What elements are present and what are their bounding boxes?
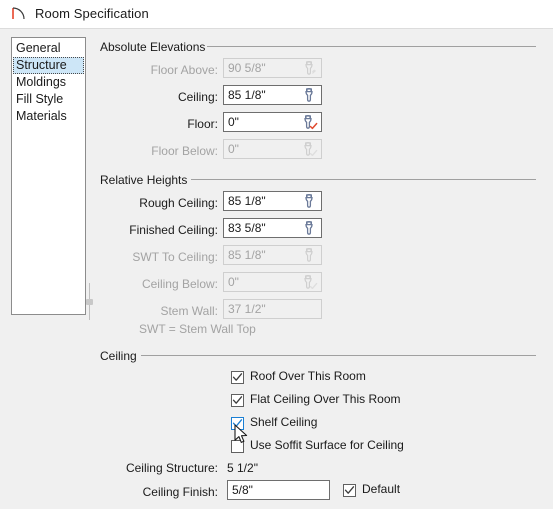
wrench-icon[interactable] xyxy=(301,193,318,209)
wrench-check-icon[interactable] xyxy=(301,114,318,130)
checkbox-label-roof-over-this-room: Roof Over This Room xyxy=(250,369,366,383)
checkbox-default[interactable] xyxy=(343,484,356,497)
wrench-icon xyxy=(305,60,316,75)
panel-splitter[interactable] xyxy=(86,283,93,320)
label-rough-ceiling: Rough Ceiling: xyxy=(139,196,218,210)
checkmark-icon xyxy=(232,373,243,381)
window-title: Room Specification xyxy=(35,6,149,21)
title-bar: Room Specification xyxy=(0,0,553,29)
label-floor-above: Floor Above: xyxy=(150,63,218,77)
label-floor: Floor: xyxy=(187,117,218,131)
checkbox-label-default: Default xyxy=(362,482,401,496)
sidebar-item-general[interactable]: General xyxy=(12,40,85,57)
label-stem-wall: Stem Wall: xyxy=(160,304,218,318)
label-ceiling-finish: Ceiling Finish: xyxy=(142,485,218,499)
checkbox-shelf-ceiling[interactable] xyxy=(231,417,244,430)
checkmark-icon xyxy=(232,419,243,427)
value-floor: 0" xyxy=(228,115,239,129)
value-rough-ceiling: 85 1/8" xyxy=(228,194,266,208)
door-swing-icon xyxy=(12,7,25,20)
wrench-check-icon xyxy=(304,141,318,157)
group-rule-absolute-elevations xyxy=(207,46,536,47)
checkbox-roof-over-this-room[interactable] xyxy=(231,371,244,384)
label-ceiling-below: Ceiling Below: xyxy=(141,277,218,291)
checkmark-icon xyxy=(344,486,355,494)
group-title-relative-heights: Relative Heights xyxy=(100,173,193,187)
label-ceiling: Ceiling: xyxy=(177,90,218,104)
wrench-icon xyxy=(305,247,313,262)
field-ceiling-below: 0" xyxy=(223,272,322,292)
field-floor-below: 0" xyxy=(223,139,322,159)
label-finished-ceiling: Finished Ceiling: xyxy=(129,223,218,237)
field-ceiling-finish[interactable]: 5/8" xyxy=(227,480,330,500)
field-ceiling[interactable]: 85 1/8" xyxy=(223,85,322,105)
splitter-grip[interactable] xyxy=(86,299,93,305)
sidebar-item-structure[interactable]: Structure xyxy=(13,57,84,74)
group-rule-ceiling xyxy=(141,355,536,356)
sidebar-item-materials[interactable]: Materials xyxy=(12,108,85,125)
checkbox-label-use-soffit-surface-for-ceiling: Use Soffit Surface for Ceiling xyxy=(250,438,404,452)
value-ceiling-finish: 5/8" xyxy=(232,483,253,497)
field-floor[interactable]: 0" xyxy=(223,112,322,132)
value-finished-ceiling: 83 5/8" xyxy=(228,221,266,235)
value-swt-to-ceiling: 85 1/8" xyxy=(228,248,266,262)
field-rough-ceiling[interactable]: 85 1/8" xyxy=(223,191,322,211)
checkbox-use-soffit-surface-for-ceiling[interactable] xyxy=(231,440,244,453)
sidebar-item-fill-style[interactable]: Fill Style xyxy=(12,91,85,108)
wrench-icon[interactable] xyxy=(301,220,318,236)
label-swt-to-ceiling: SWT To Ceiling: xyxy=(132,250,218,264)
checkbox-label-shelf-ceiling: Shelf Ceiling xyxy=(250,415,318,429)
wrench-check-icon xyxy=(304,274,318,290)
field-stem-wall: 37 1/2" xyxy=(223,299,322,319)
group-title-ceiling: Ceiling xyxy=(100,349,142,363)
checkbox-label-flat-ceiling-over-this-room: Flat Ceiling Over This Room xyxy=(250,392,401,406)
field-swt-to-ceiling: 85 1/8" xyxy=(223,245,322,265)
value-ceiling: 85 1/8" xyxy=(228,88,266,102)
wrench-icon[interactable] xyxy=(301,87,318,103)
label-floor-below: Floor Below: xyxy=(151,144,218,158)
field-floor-above: 90 5/8" xyxy=(223,58,322,78)
value-stem-wall: 37 1/2" xyxy=(228,302,266,316)
value-floor-above: 90 5/8" xyxy=(228,61,266,75)
value-ceiling-structure: 5 1/2" xyxy=(227,461,258,475)
group-title-absolute-elevations: Absolute Elevations xyxy=(100,40,211,54)
category-list[interactable]: General Structure Moldings Fill Style Ma… xyxy=(11,37,86,315)
sidebar-item-moldings[interactable]: Moldings xyxy=(12,74,85,91)
checkbox-flat-ceiling-over-this-room[interactable] xyxy=(231,394,244,407)
value-floor-below: 0" xyxy=(228,142,239,156)
field-finished-ceiling[interactable]: 83 5/8" xyxy=(223,218,322,238)
swt-note: SWT = Stem Wall Top xyxy=(139,322,256,336)
value-ceiling-below: 0" xyxy=(228,275,239,289)
label-ceiling-structure: Ceiling Structure: xyxy=(125,461,218,475)
checkmark-icon xyxy=(232,396,243,404)
group-rule-relative-heights xyxy=(191,179,536,180)
